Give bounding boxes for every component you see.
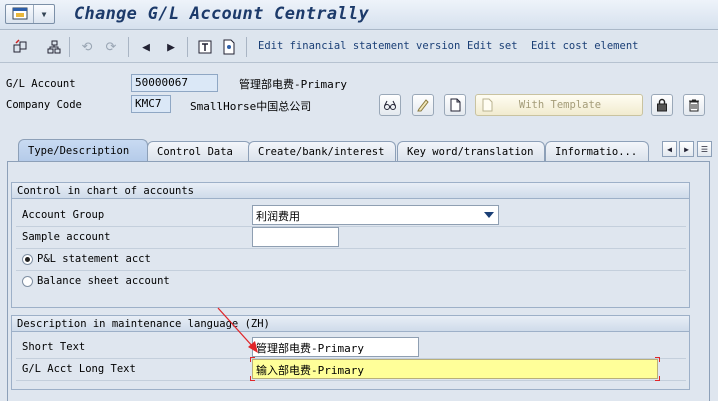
next-object-icon[interactable]: ⟳	[101, 37, 121, 57]
focus-corner-bottom-right	[655, 376, 660, 381]
tab-information[interactable]: Informatio...	[545, 141, 649, 161]
tab-create-bank-interest[interactable]: Create/bank/interest	[248, 141, 396, 161]
tab-key-word-translation[interactable]: Key word/translation	[397, 141, 545, 161]
pl-statement-radio[interactable]	[22, 254, 33, 265]
group-title: Control in chart of accounts	[12, 183, 689, 199]
previous-arrow-icon[interactable]: ◀	[136, 37, 156, 57]
focus-corner-top-right	[655, 357, 660, 362]
previous-object-icon[interactable]: ⟲	[77, 37, 97, 57]
gl-account-label: G/L Account	[6, 78, 76, 90]
display-change-icon[interactable]	[10, 37, 30, 57]
application-toolbar: ⟲ ⟳ ◀ ▶ Edit financial statement version…	[0, 31, 718, 63]
title-bar: ▼ Change G/L Account Centrally	[0, 0, 718, 30]
company-code-field[interactable]: KMC7	[131, 95, 171, 113]
balance-sheet-radio[interactable]	[22, 276, 33, 287]
edit-pencil-icon[interactable]	[412, 94, 434, 116]
short-text-label: Short Text	[22, 341, 86, 353]
edit-set-link[interactable]: Edit set	[467, 40, 518, 52]
edit-cost-element-link[interactable]: Edit cost element	[531, 40, 638, 52]
balance-sheet-label: Balance sheet account	[37, 275, 170, 287]
gl-account-field[interactable]: 50000067	[131, 74, 218, 92]
control-chart-of-accounts-group: Control in chart of accounts	[11, 182, 690, 308]
long-text-label: G/L Acct Long Text	[22, 363, 136, 375]
create-document-icon[interactable]	[444, 94, 466, 116]
focus-corner-top-left	[250, 357, 255, 362]
pl-statement-label: P&L statement acct	[37, 253, 151, 265]
page-title: Change G/L Account Centrally	[74, 4, 369, 24]
long-text-input[interactable]: 输入部电费-Primary	[252, 359, 658, 379]
account-group-select[interactable]: 利润费用	[252, 205, 499, 225]
tab-strip: Control Data Create/bank/interest Key wo…	[0, 139, 718, 161]
system-menu-button[interactable]: ▼	[5, 4, 55, 24]
display-glasses-icon[interactable]	[379, 94, 401, 116]
tab-control-data[interactable]: Control Data	[147, 141, 251, 161]
annotation-arrow-icon	[217, 307, 258, 353]
print-layout-icon[interactable]	[195, 37, 215, 57]
document-info-icon[interactable]	[219, 37, 239, 57]
sample-account-input[interactable]	[252, 227, 339, 247]
tab-scroll-left-icon[interactable]: ◀	[662, 141, 677, 157]
tab-list-icon[interactable]: ☰	[697, 141, 712, 157]
chevron-down-icon: ▼	[41, 9, 47, 19]
dropdown-arrow-icon	[484, 212, 494, 218]
tab-type-description[interactable]: Type/Description	[18, 139, 148, 161]
with-template-button[interactable]: With Template	[475, 94, 643, 116]
short-text-input[interactable]: 管理部电费-Primary	[252, 337, 419, 357]
next-arrow-icon[interactable]: ▶	[161, 37, 181, 57]
edit-fs-version-link[interactable]: Edit financial statement version	[258, 40, 460, 52]
company-code-label: Company Code	[6, 99, 82, 111]
system-menu-icon	[6, 5, 34, 23]
focus-corner-bottom-left	[250, 376, 255, 381]
sample-account-label: Sample account	[22, 231, 111, 243]
lock-icon[interactable]	[651, 94, 673, 116]
tab-scroll-right-icon[interactable]: ▶	[679, 141, 694, 157]
delete-trash-icon[interactable]	[683, 94, 705, 116]
account-group-label: Account Group	[22, 209, 105, 221]
gl-account-description: 管理部电费-Primary	[239, 78, 347, 91]
company-code-description: SmallHorse中国总公司	[190, 100, 312, 113]
group-title: Description in maintenance language (ZH)	[12, 316, 689, 332]
template-document-icon	[476, 98, 498, 112]
hierarchy-icon[interactable]	[44, 37, 64, 57]
